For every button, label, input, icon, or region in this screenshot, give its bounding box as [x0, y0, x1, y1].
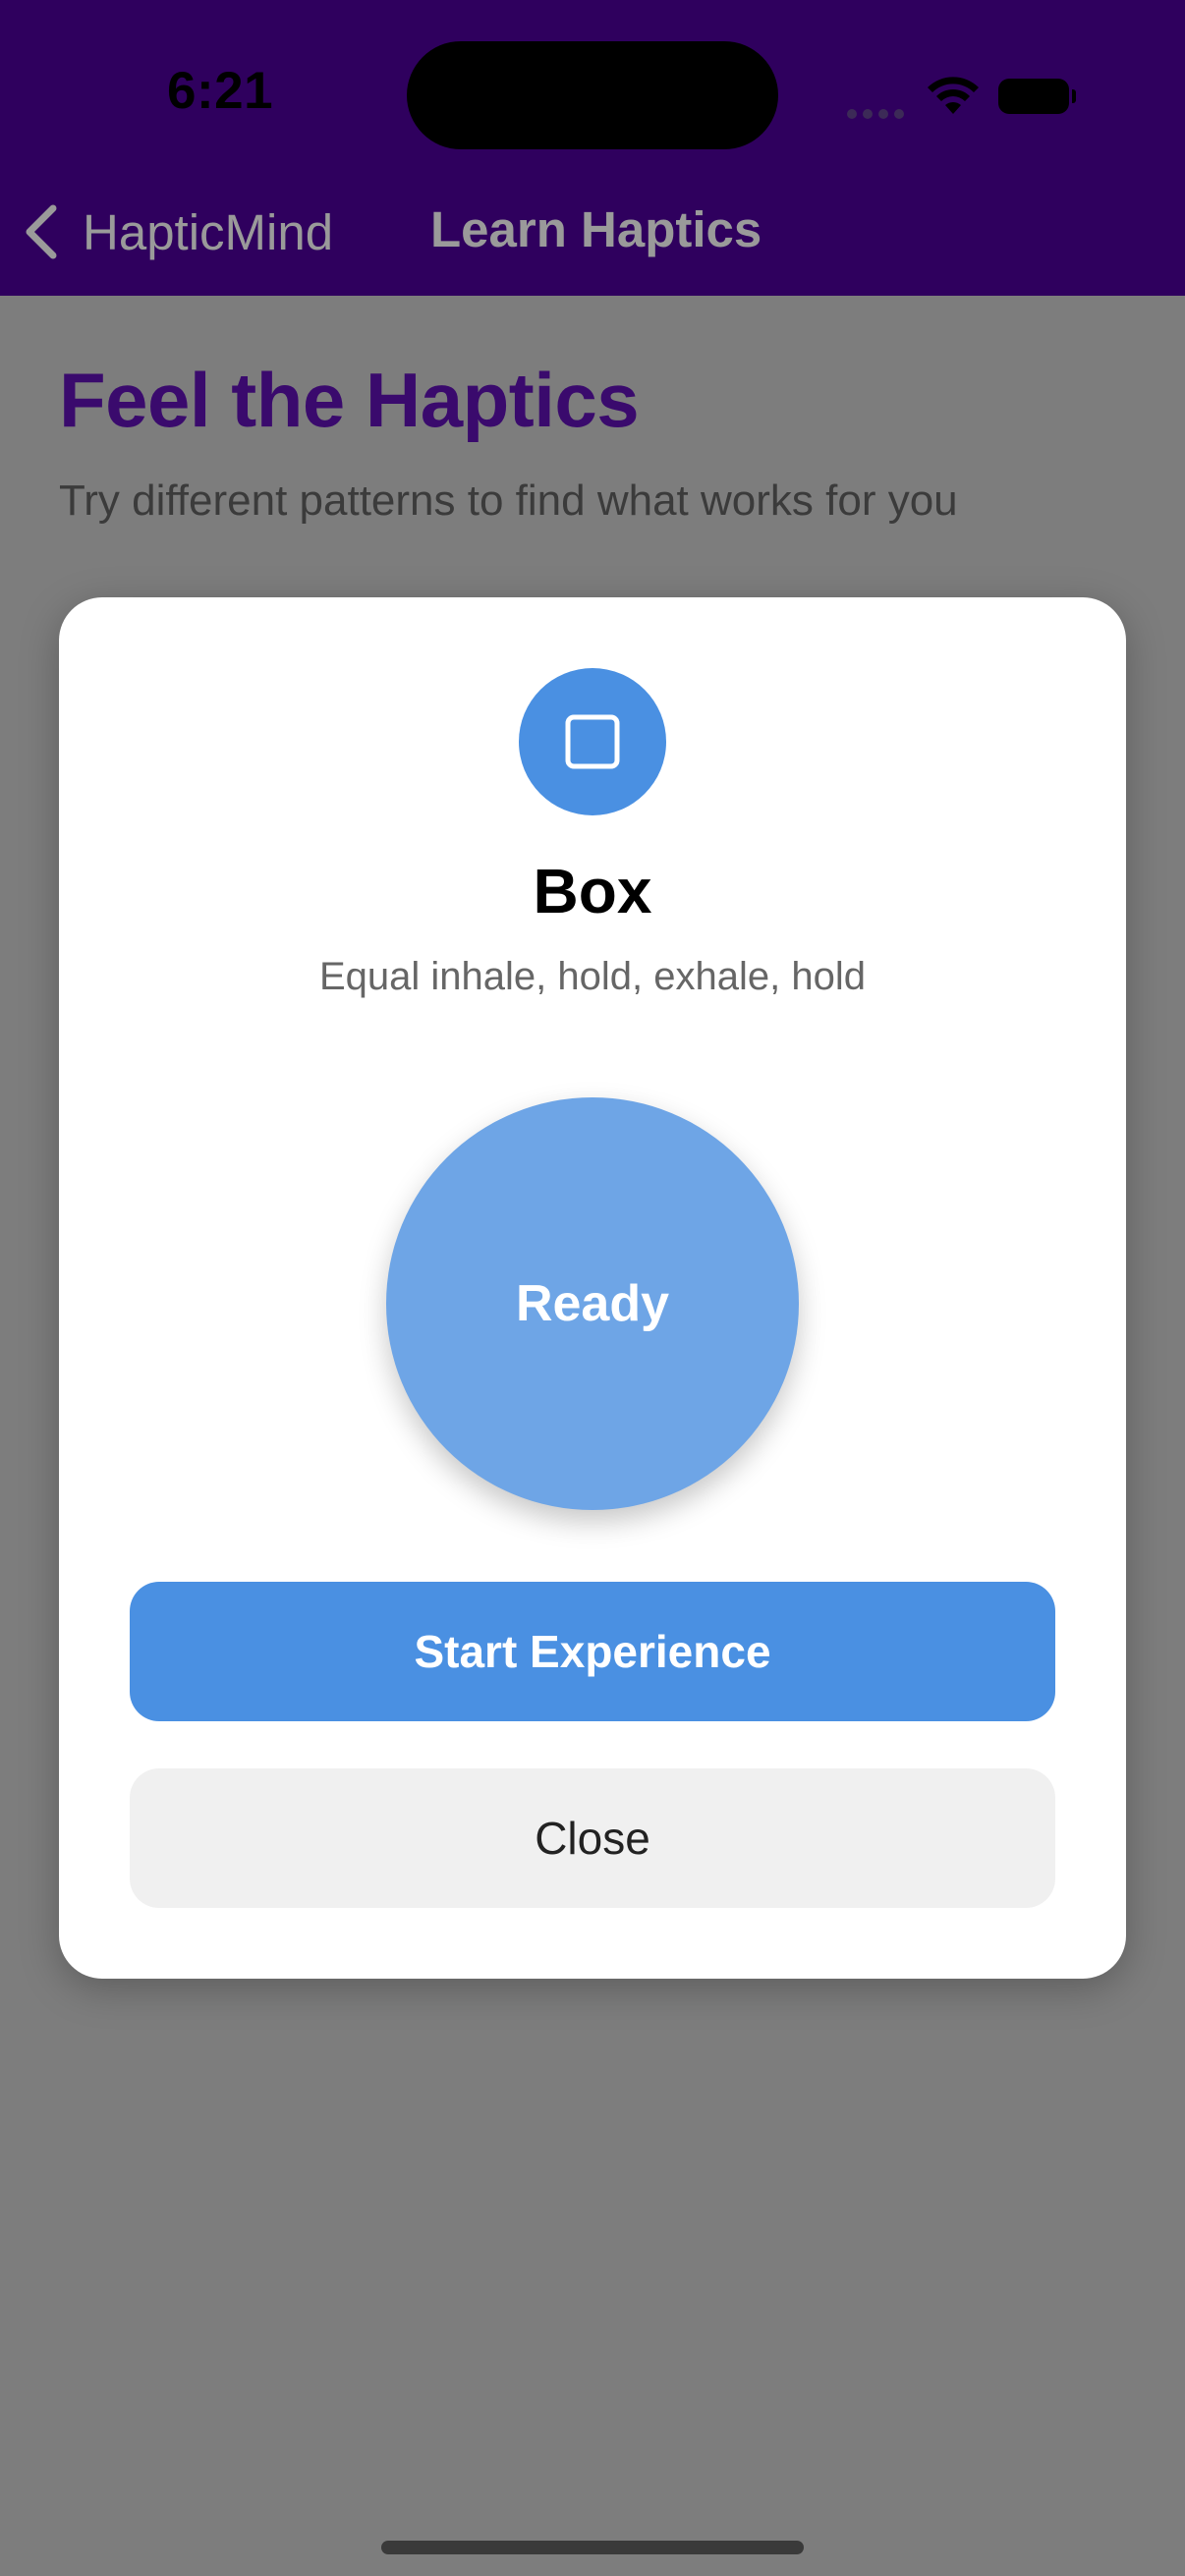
- home-indicator[interactable]: [381, 2541, 804, 2554]
- battery-icon: [998, 79, 1076, 114]
- close-button[interactable]: Close: [130, 1768, 1055, 1908]
- pattern-modal: Box Equal inhale, hold, exhale, hold Rea…: [59, 597, 1126, 1979]
- page-subtitle: Try different patterns to find what work…: [59, 476, 958, 525]
- breathing-state-label: Ready: [515, 1275, 670, 1332]
- nav-title: Learn Haptics: [430, 201, 762, 257]
- pattern-icon-badge: [519, 668, 666, 815]
- status-time: 6:21: [167, 62, 274, 120]
- back-button-label: HapticMind: [83, 203, 334, 260]
- breathing-circle: Ready: [386, 1097, 799, 1510]
- chevron-left-icon: [26, 204, 57, 259]
- top-bar: 6:21 HapticMind Learn Haptics: [0, 0, 1185, 296]
- back-button[interactable]: HapticMind: [22, 193, 333, 271]
- pattern-name: Box: [533, 856, 652, 926]
- dynamic-island: [407, 41, 778, 149]
- pattern-description: Equal inhale, hold, exhale, hold: [319, 955, 866, 998]
- square-icon: [565, 714, 620, 769]
- start-experience-button[interactable]: Start Experience: [130, 1582, 1055, 1721]
- page-title: Feel the Haptics: [59, 357, 640, 443]
- wifi-icon: [928, 77, 979, 114]
- cellular-signal-icon: [847, 106, 910, 124]
